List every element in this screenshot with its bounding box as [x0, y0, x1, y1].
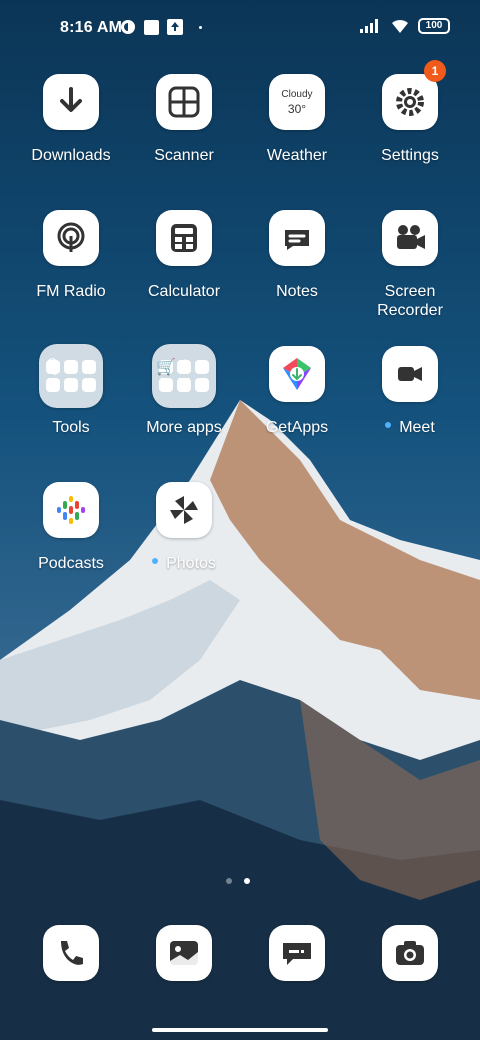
calculator-icon	[171, 224, 197, 252]
notification-icons	[120, 19, 202, 35]
weather-temperature: 30°	[287, 101, 307, 116]
camera-icon	[396, 941, 424, 965]
folder-tools[interactable]: 🎙 ◐ ⊘ ? ● ⊕ Tools	[16, 344, 126, 437]
dock-phone[interactable]	[16, 925, 126, 981]
square-notification-icon	[144, 19, 159, 35]
mini-icon: in	[159, 376, 173, 393]
more-apps-folder[interactable]: 🛒 f ◎ in M N	[152, 344, 216, 408]
getapps-icon	[283, 358, 311, 390]
wifi-icon	[392, 19, 408, 33]
app-label: FM Radio	[36, 283, 106, 300]
gallery-icon	[170, 941, 198, 965]
app-label: Tools	[52, 419, 90, 436]
scanner-icon	[168, 86, 200, 118]
mini-icon: ◎	[195, 359, 209, 376]
folder-more-apps[interactable]: 🛒 f ◎ in M N More apps	[129, 344, 239, 437]
phone-tile[interactable]	[43, 925, 99, 981]
podcasts-icon	[57, 496, 85, 524]
photos-tile[interactable]	[156, 482, 212, 538]
app-label: Settings	[381, 147, 439, 164]
app-label: Downloads	[31, 147, 111, 164]
notes-tile[interactable]	[269, 210, 325, 266]
phone-icon	[61, 941, 83, 965]
app-weather[interactable]: Cloudy 30° Weather	[242, 74, 352, 165]
system-icons: 100	[360, 18, 450, 34]
mini-icon: N	[195, 376, 209, 393]
mini-icon: ◐	[64, 358, 78, 375]
mini-icon: f	[177, 358, 191, 375]
dock-messages[interactable]	[242, 925, 352, 981]
mini-icon: ⊕	[82, 377, 96, 394]
notes-icon	[285, 230, 309, 250]
app-label: More apps	[146, 419, 222, 436]
app-label: Photos	[129, 554, 239, 573]
app-scanner[interactable]: Scanner	[129, 74, 239, 165]
page-indicator	[226, 878, 250, 884]
fm-radio-tile[interactable]	[43, 210, 99, 266]
messages-tile[interactable]	[269, 925, 325, 981]
app-label: Screen Recorder	[377, 283, 443, 319]
app-photos[interactable]: Photos	[129, 482, 239, 573]
app-podcasts[interactable]: Podcasts	[16, 482, 126, 573]
app-label: GetApps	[265, 419, 329, 436]
app-label: Podcasts	[38, 555, 104, 572]
app-label: Calculator	[147, 283, 221, 300]
settings-tile[interactable]: 1	[382, 60, 446, 130]
app-fm-radio[interactable]: FM Radio	[16, 210, 126, 301]
video-camera-icon	[397, 225, 425, 249]
clock: 8:16 AM	[60, 19, 123, 36]
mini-icon: ⊘	[82, 359, 96, 376]
pinwheel-icon	[170, 496, 198, 524]
meet-tile[interactable]	[382, 346, 438, 402]
app-calculator[interactable]: Calculator	[129, 210, 239, 301]
app-label: Meet	[355, 418, 465, 437]
screen-recorder-tile[interactable]	[382, 210, 438, 266]
page-dot-active[interactable]	[244, 878, 250, 884]
status-bar: 8:16 AM 100	[0, 0, 480, 56]
mini-icon: 🛒	[156, 359, 176, 376]
app-label: Notes	[276, 283, 318, 300]
app-meet[interactable]: Meet	[355, 346, 465, 437]
gallery-tile[interactable]	[156, 925, 212, 981]
signal-icon	[360, 19, 378, 33]
app-screen-recorder[interactable]: Screen Recorder	[355, 210, 465, 320]
message-bubble-icon	[283, 943, 311, 965]
camera-tile[interactable]	[382, 925, 438, 981]
getapps-tile[interactable]	[269, 346, 325, 402]
dock-gallery[interactable]	[129, 925, 239, 981]
radio-icon	[57, 222, 85, 252]
mini-icon: ●	[64, 376, 78, 393]
gear-icon	[396, 88, 424, 116]
battery-indicator: 100	[418, 18, 450, 34]
app-settings[interactable]: 1 Settings	[355, 60, 465, 165]
notification-badge: 1	[424, 60, 446, 82]
page-dot[interactable]	[226, 878, 232, 884]
dock-camera[interactable]	[355, 925, 465, 981]
app-label: Weather	[266, 147, 328, 164]
upload-icon	[167, 19, 183, 35]
weather-condition: Cloudy	[281, 88, 313, 100]
downloads-tile[interactable]	[43, 74, 99, 130]
mini-icon: ?	[46, 376, 60, 393]
mini-icon: M	[177, 376, 191, 393]
home-indicator-bar[interactable]	[152, 1028, 328, 1032]
app-downloads[interactable]: Downloads	[16, 74, 126, 165]
app-notes[interactable]: Notes	[242, 210, 352, 301]
more-notifications-dot	[199, 25, 202, 29]
scanner-tile[interactable]	[156, 74, 212, 130]
app-getapps[interactable]: GetApps	[242, 346, 352, 437]
weather-tile[interactable]: Cloudy 30°	[269, 74, 325, 130]
tools-folder[interactable]: 🎙 ◐ ⊘ ? ● ⊕	[39, 344, 103, 408]
download-arrow-icon	[60, 87, 82, 112]
meet-camera-icon	[398, 367, 422, 381]
podcasts-tile[interactable]	[43, 482, 99, 538]
app-label: Scanner	[154, 147, 214, 164]
calculator-tile[interactable]	[156, 210, 212, 266]
vpn-icon	[121, 20, 135, 34]
mini-icon: 🎙	[42, 359, 64, 376]
